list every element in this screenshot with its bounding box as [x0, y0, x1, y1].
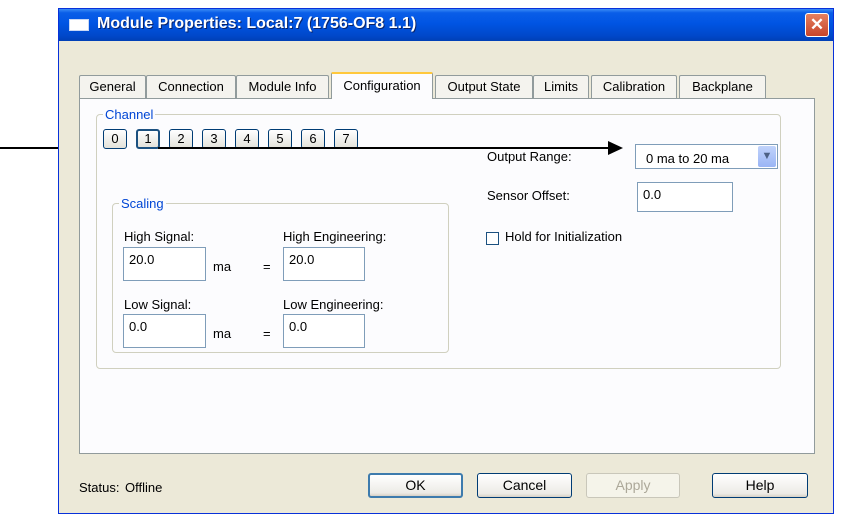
- sensor-offset-label: Sensor Offset:: [487, 188, 570, 203]
- close-button[interactable]: ✕: [805, 13, 829, 37]
- high-signal-unit: ma: [213, 259, 232, 274]
- window-icon: [69, 19, 89, 31]
- tab-output-state[interactable]: Output State: [435, 75, 533, 98]
- low-signal-unit: ma: [213, 326, 232, 341]
- apply-button[interactable]: Apply: [586, 473, 680, 498]
- annotation-arrow-line: [158, 147, 608, 149]
- low-equals-sign: =: [263, 326, 271, 341]
- title-bar[interactable]: Module Properties: Local:7 (1756-OF8 1.1…: [59, 9, 833, 41]
- output-range-value: 0 ma to 20 ma: [646, 151, 730, 166]
- high-engineering-input[interactable]: 20.0: [283, 247, 365, 281]
- low-signal-input[interactable]: 0.0: [123, 314, 206, 348]
- channel-button-4[interactable]: 4: [235, 129, 259, 149]
- help-button[interactable]: Help: [712, 473, 808, 498]
- scaling-legend: Scaling: [121, 196, 164, 211]
- status-label: Status:: [79, 480, 120, 495]
- output-range-select[interactable]: 0 ma to 20 ma ▼: [635, 144, 778, 169]
- low-engineering-label: Low Engineering:: [283, 297, 384, 312]
- hold-for-initialization-label: Hold for Initialization: [505, 229, 623, 244]
- tab-calibration[interactable]: Calibration: [591, 75, 677, 98]
- channel-legend: Channel: [105, 107, 154, 122]
- channel-button-1[interactable]: 1: [136, 129, 160, 149]
- high-signal-input[interactable]: 20.0: [123, 247, 206, 281]
- channel-button-2[interactable]: 2: [169, 129, 193, 149]
- cancel-button[interactable]: Cancel: [477, 473, 572, 498]
- channel-button-7[interactable]: 7: [334, 129, 358, 149]
- output-range-label: Output Range:: [487, 149, 572, 164]
- annotation-arrowhead: [608, 141, 623, 155]
- tab-configuration[interactable]: Configuration: [331, 72, 433, 99]
- window-title: Module Properties: Local:7 (1756-OF8 1.1…: [97, 15, 417, 32]
- ok-button[interactable]: OK: [368, 473, 463, 498]
- high-equals-sign: =: [263, 259, 271, 274]
- high-engineering-label: High Engineering:: [283, 229, 387, 244]
- high-signal-label: High Signal:: [124, 229, 195, 244]
- tab-limits[interactable]: Limits: [533, 75, 589, 98]
- tab-backplane[interactable]: Backplane: [679, 75, 766, 98]
- status-value: Offline: [125, 480, 163, 495]
- chevron-down-icon[interactable]: ▼: [758, 146, 776, 167]
- module-properties-dialog: Module Properties: Local:7 (1756-OF8 1.1…: [58, 8, 834, 514]
- hold-for-initialization-checkbox[interactable]: [486, 232, 499, 245]
- configuration-panel: Channel 0 1 2 3 4 5 6 7 Output Range: 0 …: [79, 98, 815, 454]
- channel-button-6[interactable]: 6: [301, 129, 325, 149]
- low-engineering-input[interactable]: 0.0: [283, 314, 365, 348]
- channel-button-0[interactable]: 0: [103, 129, 127, 149]
- tab-module-info[interactable]: Module Info: [236, 75, 329, 98]
- sensor-offset-input[interactable]: 0.0: [637, 182, 733, 212]
- tab-connection[interactable]: Connection: [146, 75, 236, 98]
- channel-button-3[interactable]: 3: [202, 129, 226, 149]
- low-signal-label: Low Signal:: [124, 297, 192, 312]
- tab-general[interactable]: General: [79, 75, 146, 98]
- channel-button-5[interactable]: 5: [268, 129, 292, 149]
